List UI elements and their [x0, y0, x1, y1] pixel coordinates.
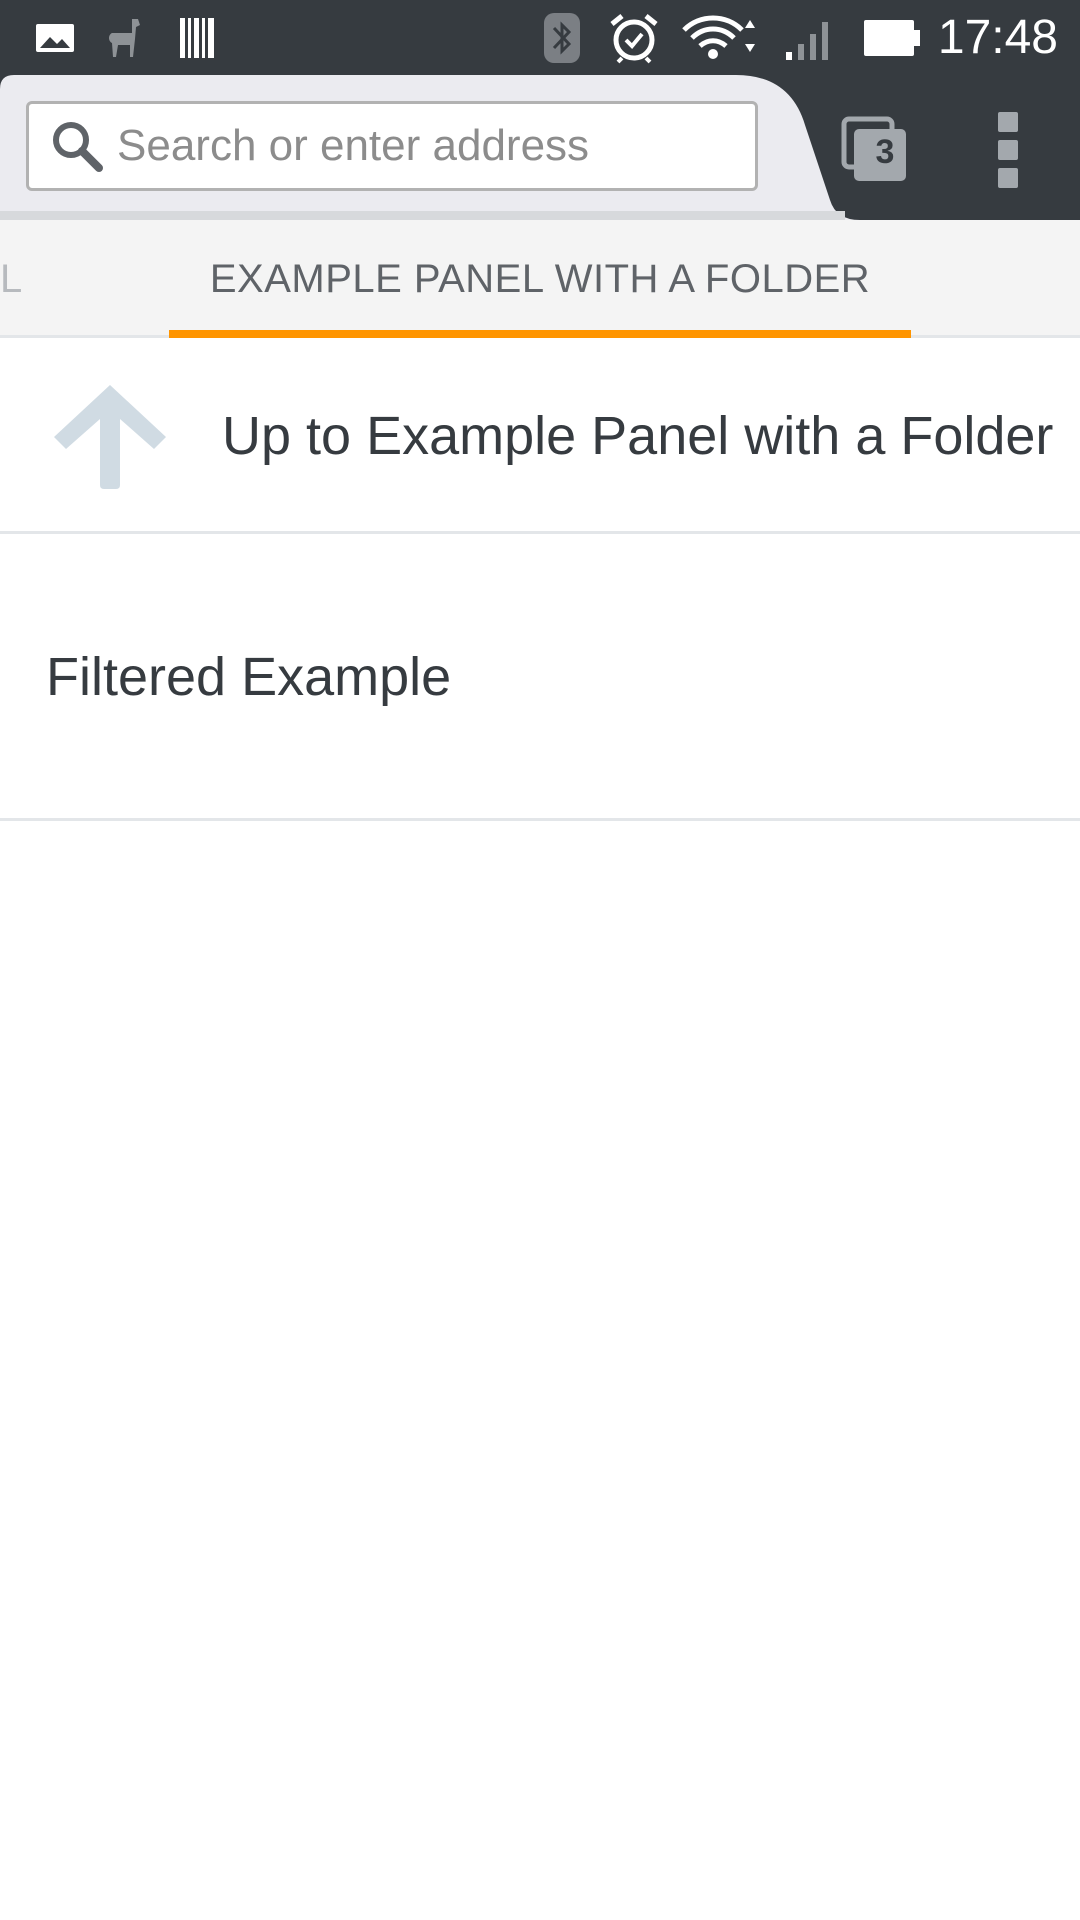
- menu-dot: [998, 140, 1018, 160]
- tabs-count: 3: [875, 133, 895, 171]
- battery-icon: [860, 0, 924, 75]
- status-time: 17:48: [937, 11, 1058, 64]
- tab-previous-panel[interactable]: L: [0, 220, 22, 338]
- tab-example-panel-label: EXAMPLE PANEL WITH A FOLDER: [209, 257, 871, 301]
- arrow-up-icon: [54, 385, 166, 489]
- url-placeholder: Search or enter address: [117, 121, 590, 170]
- signal-icon: [780, 0, 840, 75]
- menu-dot: [998, 168, 1018, 188]
- bluetooth-icon: [540, 0, 584, 75]
- browser-toolbar: Search or enter address 3: [0, 75, 1080, 220]
- wifi-icon: [680, 0, 760, 75]
- up-folder-row[interactable]: Up to Example Panel with a Folder: [0, 338, 1080, 534]
- overflow-menu-button[interactable]: [980, 105, 1036, 195]
- home-panel-tabs: L EXAMPLE PANEL WITH A FOLDER: [0, 220, 1080, 338]
- url-search-field[interactable]: Search or enter address: [26, 101, 758, 191]
- status-bar: 17:48: [0, 0, 1080, 75]
- up-folder-label: Up to Example Panel with a Folder: [222, 406, 1054, 466]
- list-item[interactable]: Filtered Example: [0, 534, 1080, 821]
- list-item-label: Filtered Example: [46, 647, 452, 707]
- menu-dot: [998, 112, 1018, 132]
- search-icon: [49, 118, 105, 174]
- alarm-icon: [608, 0, 660, 75]
- barcode-icon: [176, 0, 220, 75]
- tab-example-panel[interactable]: EXAMPLE PANEL WITH A FOLDER: [170, 220, 910, 338]
- llama-icon: [100, 0, 150, 75]
- tab-selected-indicator: [169, 330, 911, 338]
- image-notification-icon: [32, 0, 78, 75]
